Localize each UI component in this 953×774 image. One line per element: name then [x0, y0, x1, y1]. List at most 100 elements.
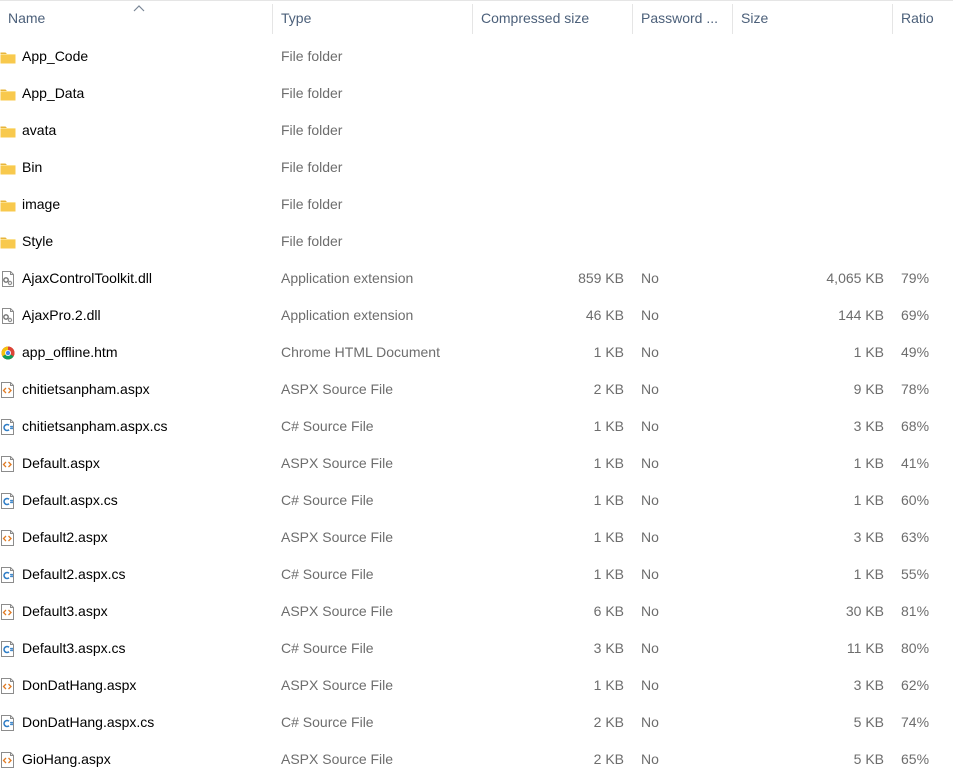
cell-compressed-size	[474, 112, 624, 149]
cell-ratio: 41%	[901, 455, 930, 471]
csharp-file-icon	[0, 641, 16, 657]
csharp-file-icon	[0, 493, 16, 509]
cell-name: chitietsanpham.aspx	[0, 371, 272, 408]
cell-compressed-size: 3 KB	[593, 640, 624, 656]
cell-type: C# Source File	[281, 566, 374, 582]
file-name-label: image	[22, 196, 61, 212]
file-name-label: AjaxPro.2.dll	[22, 307, 101, 323]
cell-name: app_offline.htm	[0, 334, 272, 371]
cell-password	[641, 149, 731, 186]
cell-ratio: 65%	[901, 751, 930, 767]
cell-ratio: 68%	[901, 418, 930, 434]
cell-type: File folder	[281, 85, 343, 101]
cell-compressed-size: 6 KB	[593, 603, 624, 619]
cell-ratio	[901, 38, 953, 75]
cell-compressed-size: 46 KB	[585, 307, 624, 323]
table-row[interactable]: avata File folder	[0, 112, 953, 149]
table-row[interactable]: App_Code File folder	[0, 38, 953, 75]
cell-ratio: 60%	[901, 492, 930, 508]
table-row[interactable]: app_offline.htm Chrome HTML Document 1 KB N…	[0, 334, 953, 371]
cell-size: 5 KB	[853, 714, 884, 730]
cell-name: Default2.aspx	[0, 519, 272, 556]
cell-type: C# Source File	[281, 640, 374, 656]
column-header-password[interactable]: Password ...	[633, 4, 733, 34]
column-header-type-label: Type	[281, 10, 312, 26]
file-name-label: Default2.aspx.cs	[22, 566, 126, 582]
file-name-label: avata	[22, 122, 57, 138]
table-row[interactable]: Default.aspx ASPX Source File 1 KB No 1 KB 41…	[0, 445, 953, 482]
chrome-icon	[0, 345, 16, 361]
cell-password: No	[641, 418, 659, 434]
cell-size	[734, 112, 884, 149]
cell-password: No	[641, 307, 659, 323]
cell-name: App_Code	[0, 38, 272, 75]
table-row[interactable]: chitietsanpham.aspx.cs C# Source File 1 KB…	[0, 408, 953, 445]
cell-ratio	[901, 112, 953, 149]
cell-size: 11 KB	[846, 640, 884, 656]
cell-compressed-size: 1 KB	[593, 455, 624, 471]
table-row[interactable]: App_Data File folder	[0, 75, 953, 112]
table-row[interactable]: DonDatHang.aspx.cs C# Source File 2 KB No 5 …	[0, 704, 953, 741]
table-row[interactable]: Default.aspx.cs C# Source File 1 KB No 1 KB 6…	[0, 482, 953, 519]
cell-size: 144 KB	[838, 307, 884, 323]
table-row[interactable]: Style File folder	[0, 223, 953, 260]
file-name-label: chitietsanpham.aspx.cs	[22, 418, 168, 434]
folder-icon	[0, 123, 16, 139]
table-row[interactable]: Default3.aspx ASPX Source File 6 KB No 30 KB…	[0, 593, 953, 630]
cell-name: Default3.aspx	[0, 593, 272, 630]
column-header-ratio[interactable]: Ratio	[893, 4, 953, 34]
table-row[interactable]: Default2.aspx.cs C# Source File 1 KB No 1 KB…	[0, 556, 953, 593]
table-row[interactable]: Bin File folder	[0, 149, 953, 186]
cell-size: 3 KB	[853, 418, 884, 434]
cell-ratio: 49%	[901, 344, 930, 360]
cell-type: C# Source File	[281, 418, 374, 434]
cell-password	[641, 75, 731, 112]
column-header-size-label: Size	[741, 10, 769, 26]
cell-name: Bin	[0, 149, 272, 186]
cell-type: ASPX Source File	[281, 677, 394, 693]
column-header-ratio-label: Ratio	[901, 10, 934, 26]
cell-size: 3 KB	[853, 677, 884, 693]
cell-compressed-size: 1 KB	[593, 529, 624, 545]
file-name-label: Default2.aspx	[22, 529, 108, 545]
cell-password	[641, 38, 731, 75]
folder-icon	[0, 160, 16, 176]
cell-type: Chrome HTML Document	[281, 344, 440, 360]
cell-name: Default.aspx.cs	[0, 482, 272, 519]
cell-compressed-size: 1 KB	[593, 418, 624, 434]
cell-type: File folder	[281, 196, 343, 212]
file-name-label: GioHang.aspx	[22, 751, 111, 767]
table-row[interactable]: Default3.aspx.cs C# Source File 3 KB No 11 K…	[0, 630, 953, 667]
table-row[interactable]: image File folder	[0, 186, 953, 223]
cell-type: ASPX Source File	[281, 529, 394, 545]
cell-size	[734, 75, 884, 112]
cell-password	[641, 112, 731, 149]
cell-type: File folder	[281, 48, 343, 64]
column-header-type[interactable]: Type	[273, 4, 473, 34]
cell-ratio	[901, 186, 953, 223]
folder-icon	[0, 234, 16, 250]
table-row[interactable]: chitietsanpham.aspx ASPX Source File 2 KB N…	[0, 371, 953, 408]
dll-gear-icon	[0, 308, 16, 324]
cell-type: C# Source File	[281, 714, 374, 730]
cell-type: ASPX Source File	[281, 751, 394, 767]
file-name-label: App_Code	[22, 48, 89, 64]
cell-type: ASPX Source File	[281, 603, 394, 619]
table-row[interactable]: GioHang.aspx ASPX Source File 2 KB No 5 KB 65…	[0, 741, 953, 774]
cell-size: 9 KB	[853, 381, 884, 397]
table-row[interactable]: Default2.aspx ASPX Source File 1 KB No 3 KB 6…	[0, 519, 953, 556]
column-header-compressed-size[interactable]: Compressed size	[473, 4, 633, 34]
cell-name: DonDatHang.aspx	[0, 667, 272, 704]
cell-size	[734, 38, 884, 75]
cell-size	[734, 223, 884, 260]
cell-password: No	[641, 270, 659, 286]
table-row[interactable]: AjaxPro.2.dll Application extension 46 KB N…	[0, 297, 953, 334]
dll-gear-icon	[0, 271, 16, 287]
column-header-size[interactable]: Size	[733, 4, 893, 34]
aspx-file-icon	[0, 456, 16, 472]
table-row[interactable]: AjaxControlToolkit.dll Application extens…	[0, 260, 953, 297]
cell-ratio	[901, 75, 953, 112]
column-header-password-label: Password ...	[641, 10, 719, 26]
table-row[interactable]: DonDatHang.aspx ASPX Source File 1 KB No 3 K…	[0, 667, 953, 704]
cell-type: File folder	[281, 122, 343, 138]
